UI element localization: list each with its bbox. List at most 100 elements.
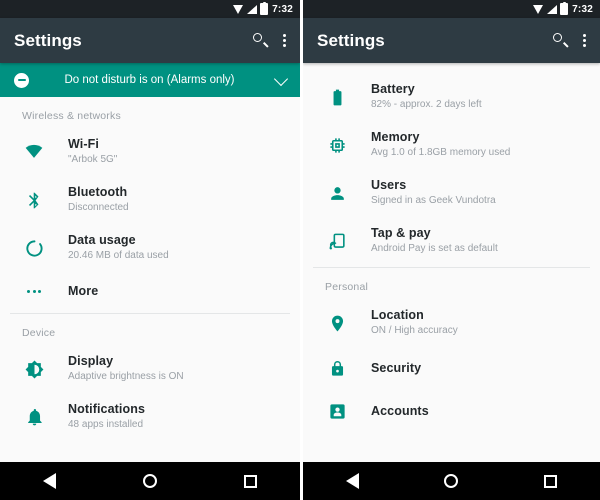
list-item-text: Users Signed in as Geek Vundotra [371, 178, 496, 208]
users-icon [325, 184, 349, 203]
list-item-tap-and-pay[interactable]: Tap & pay Android Pay is set as default [303, 217, 600, 265]
status-bar-left: 7:32 [0, 0, 300, 18]
battery-icon [325, 88, 349, 107]
clipped-list-item: 48 apps installed [303, 63, 600, 73]
page-title: Settings [317, 30, 385, 50]
list-item-accounts[interactable]: Accounts [303, 390, 600, 433]
status-bar-clock: 7:32 [572, 3, 593, 15]
do-not-disturb-banner[interactable]: Do not disturb is on (Alarms only) [0, 63, 300, 97]
section-header-wireless: Wireless & networks [22, 110, 121, 122]
list-item-text: Tap & pay Android Pay is set as default [371, 226, 498, 256]
toolbar-right: Settings [303, 18, 600, 63]
signal-icon [547, 4, 558, 14]
list-item-title: Wi-Fi [68, 137, 99, 151]
list-item-text: Notifications 48 apps installed [68, 402, 145, 432]
list-item-title: More [68, 284, 99, 298]
do-not-disturb-text: Do not disturb is on (Alarms only) [64, 74, 235, 86]
list-item-title: Notifications [68, 402, 145, 416]
list-item-subtitle: 20.46 MB of data used [68, 250, 169, 261]
status-bar-right: 7:32 [303, 0, 600, 18]
search-icon[interactable] [253, 33, 268, 48]
recents-button[interactable] [544, 474, 558, 488]
section-header-device: Device [22, 327, 56, 339]
list-item-data-usage[interactable]: Data usage 20.46 MB of data used [0, 224, 300, 272]
list-item-subtitle: Signed in as Geek Vundotra [371, 195, 496, 206]
list-item-title: Security [371, 361, 422, 375]
toolbar-actions [553, 33, 586, 48]
phone-screen-left: 7:32 Settings Do not disturb is on (Alar… [0, 0, 300, 500]
list-item-text: Data usage 20.46 MB of data used [68, 233, 169, 263]
list-item-display[interactable]: Display Adaptive brightness is ON [0, 345, 300, 393]
list-item-text: Location ON / High accuracy [371, 308, 458, 338]
list-item-title: Users [371, 178, 407, 192]
list-item-subtitle: 48 apps installed [68, 419, 144, 430]
list-item-title: Bluetooth [68, 185, 128, 199]
list-item-text: Wi-Fi "Arbok 5G" [68, 137, 117, 167]
phone-screen-right: 7:32 Settings 48 apps installed Battery [303, 0, 600, 500]
security-icon [325, 359, 349, 378]
list-item-location[interactable]: Location ON / High accuracy [303, 299, 600, 347]
home-button[interactable] [444, 474, 459, 488]
data-usage-icon [22, 239, 46, 258]
battery-icon [560, 1, 569, 15]
screenshot-stage: 7:32 Settings Do not disturb is on (Alar… [0, 0, 600, 500]
list-item-subtitle: 82% - approx. 2 days left [371, 99, 482, 110]
list-item-memory[interactable]: Memory Avg 1.0 of 1.8GB memory used [303, 121, 600, 169]
accounts-icon [325, 402, 349, 421]
recents-button[interactable] [243, 474, 257, 488]
list-item-title: Data usage [68, 233, 136, 247]
list-item-battery[interactable]: Battery 82% - approx. 2 days left [303, 73, 600, 121]
list-item-text: Security [371, 361, 421, 376]
list-item-wifi[interactable]: Wi-Fi "Arbok 5G" [0, 128, 300, 176]
chevron-down-icon[interactable] [273, 71, 289, 86]
signal-icon [247, 4, 258, 14]
list-item-bluetooth[interactable]: Bluetooth Disconnected [0, 176, 300, 224]
list-item-title: Display [68, 354, 114, 368]
bluetooth-icon [22, 191, 46, 210]
section-header-personal: Personal [325, 281, 369, 293]
do-not-disturb-icon [14, 72, 29, 88]
toolbar-actions [253, 33, 286, 48]
list-item-title: Accounts [371, 404, 429, 418]
overflow-menu-icon[interactable] [282, 34, 286, 47]
list-item-title: Location [371, 308, 424, 322]
list-item-subtitle: Adaptive brightness is ON [68, 371, 184, 382]
list-item-title: Memory [371, 130, 420, 144]
list-item-subtitle: Avg 1.0 of 1.8GB memory used [371, 147, 511, 158]
location-icon [325, 314, 349, 333]
list-item-subtitle: Android Pay is set as default [371, 243, 498, 254]
memory-icon [325, 136, 349, 155]
back-button[interactable] [43, 473, 57, 489]
battery-icon [260, 1, 269, 15]
status-icons [533, 1, 569, 15]
list-item-users[interactable]: Users Signed in as Geek Vundotra [303, 169, 600, 217]
list-item-notifications[interactable]: Notifications 48 apps installed [0, 393, 300, 441]
search-icon[interactable] [553, 33, 568, 48]
list-item-title: Battery [371, 82, 415, 96]
tap-pay-icon [325, 232, 349, 251]
list-item-text: Memory Avg 1.0 of 1.8GB memory used [371, 130, 510, 160]
list-item-text: Bluetooth Disconnected [68, 185, 129, 215]
display-icon [22, 360, 46, 379]
settings-list-left[interactable]: Wireless & networks Wi-Fi "Arbok 5G" Blu… [0, 97, 300, 462]
settings-list-right[interactable]: 48 apps installed Battery 82% - approx. … [303, 63, 600, 462]
toolbar-left: Settings [0, 18, 300, 63]
notifications-icon [22, 408, 46, 427]
list-item-text: More [68, 284, 98, 299]
back-button[interactable] [345, 473, 359, 489]
list-item-more[interactable]: More [0, 272, 300, 311]
overflow-menu-icon[interactable] [582, 34, 586, 47]
list-item-text: Accounts [371, 404, 429, 419]
navigation-bar-left [0, 462, 300, 500]
status-icons [233, 1, 269, 15]
wifi-icon [233, 4, 244, 14]
more-icon [22, 290, 46, 293]
list-item-subtitle: Disconnected [68, 202, 129, 213]
list-item-text: Display Adaptive brightness is ON [68, 354, 184, 384]
navigation-bar-right [303, 462, 600, 500]
home-button[interactable] [142, 474, 157, 488]
list-item-security[interactable]: Security [303, 347, 600, 390]
wifi-icon [533, 4, 544, 14]
wifi-icon [22, 142, 46, 162]
list-item-text: Battery 82% - approx. 2 days left [371, 82, 482, 112]
